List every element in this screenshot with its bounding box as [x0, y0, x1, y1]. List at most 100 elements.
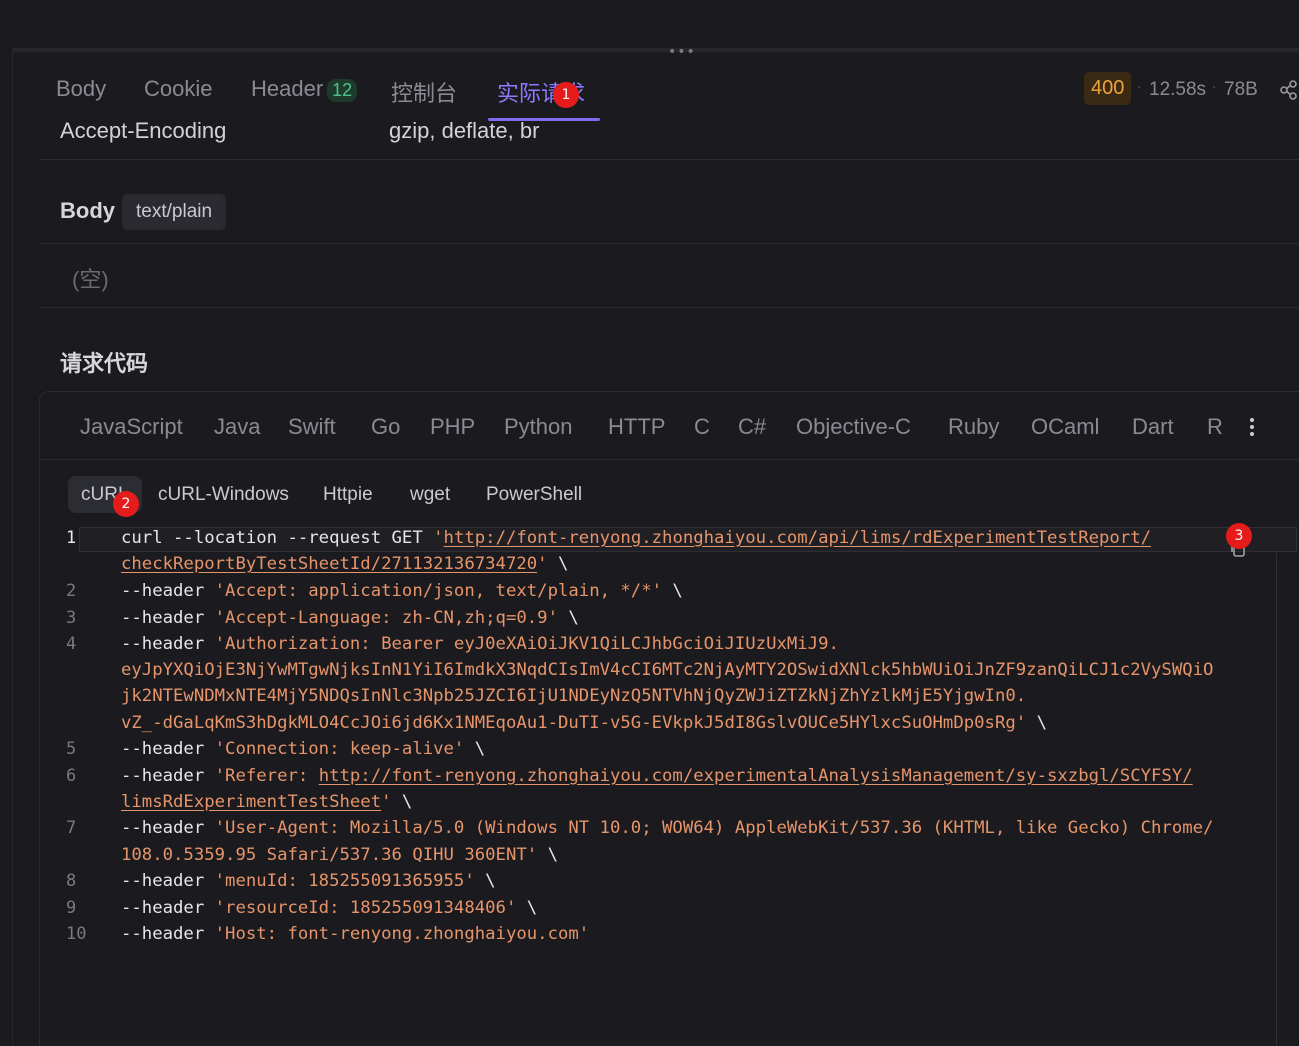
code-token: vZ_-dGaLqKmS3hDgkMLO4CcJOi6jd6Kx1NMEqoAu… [121, 713, 1027, 733]
language-tabs: JavaScript Java Swift Go PHP Python HTTP… [40, 392, 1299, 460]
code-line: vZ_-dGaLqKmS3hDgkMLO4CcJOi6jd6Kx1NMEqoAu… [40, 713, 1299, 740]
code-url[interactable]: checkReportByTestSheetId/271132136734720 [121, 554, 537, 574]
code-url[interactable]: http://font-renyong.zhonghaiyou.com/expe… [319, 766, 1193, 786]
code-line: 8 --header 'menuId: 185255091365955' \ [40, 871, 1299, 898]
variant-tab-httpie[interactable]: Httpie [323, 476, 373, 513]
lang-tab-objective-c[interactable]: Objective-C [796, 414, 911, 440]
status-separator: · [1212, 78, 1217, 94]
code-text: jk2NTEwNDMxNTE4MjY5NDQsInNlc3Npb25JZCI6I… [121, 686, 1026, 706]
header-value: gzip, deflate, br [389, 118, 540, 143]
code-text: --header 'Authorization: Bearer eyJ0eXAi… [121, 634, 839, 654]
more-vertical-icon[interactable] [1244, 416, 1260, 438]
divider [40, 243, 1299, 244]
code-text: eyJpYXQiOjE3NjYwMTgwNjksInN1YiI6ImdkX3Nq… [121, 660, 1213, 680]
code-token: \ [557, 608, 579, 628]
tab-header[interactable]: Header 12 [251, 76, 358, 102]
code-line: 6 --header 'Referer: http://font-renyong… [40, 766, 1299, 793]
share-icon[interactable] [1280, 80, 1299, 100]
code-text: --header 'Connection: keep-alive' \ [121, 739, 485, 759]
variant-tab-curl-windows[interactable]: cURL-Windows [158, 476, 289, 513]
line-number: 3 [66, 608, 77, 628]
code-token: --header [121, 581, 215, 601]
code-line: checkReportByTestSheetId/271132136734720… [40, 554, 1299, 581]
code-text: --header 'User-Agent: Mozilla/5.0 (Windo… [121, 818, 1213, 838]
code-token: --header [121, 818, 215, 838]
code-text: 108.0.5359.95 Safari/537.36 QIHU 360ENT'… [121, 845, 558, 865]
code-url[interactable]: http://font-renyong.zhonghaiyou.com/api/… [444, 528, 1152, 548]
code-line: eyJpYXQiOjE3NjYwMTgwNjksInN1YiI6ImdkX3Nq… [40, 660, 1299, 687]
code-token: 'Connection: keep-alive' [214, 739, 465, 759]
code-url[interactable]: limsRdExperimentTestSheet [121, 792, 381, 812]
code-token: \ [547, 554, 569, 574]
lang-tab-r[interactable]: R [1207, 414, 1223, 440]
line-number: 4 [66, 634, 77, 654]
response-size: 78B [1224, 79, 1258, 100]
body-empty-text: (空) [72, 267, 109, 292]
code-text: --header 'menuId: 185255091365955' \ [121, 871, 496, 891]
code-line: 7 --header 'User-Agent: Mozilla/5.0 (Win… [40, 818, 1299, 845]
app-root: ••• Body Cookie Header 12 控制台 实际请求 400 · … [0, 0, 1299, 1046]
code-line: 108.0.5359.95 Safari/537.36 QIHU 360ENT'… [40, 845, 1299, 872]
lang-tab-java[interactable]: Java [214, 414, 260, 440]
code-token: --header [121, 608, 215, 628]
divider [40, 307, 1299, 308]
tab-cookie[interactable]: Cookie [144, 76, 212, 102]
code-text: --header 'Referer: http://font-renyong.z… [121, 766, 1193, 786]
line-number: 9 [66, 898, 77, 918]
code-text: limsRdExperimentTestSheet' \ [121, 792, 412, 812]
code-line: limsRdExperimentTestSheet' \ [40, 792, 1299, 819]
lang-tab-ocaml[interactable]: OCaml [1031, 414, 1099, 440]
tab-console[interactable]: 控制台 [391, 76, 457, 108]
code-line: 1 curl --location --request GET 'http://… [40, 528, 1299, 555]
code-token: \ [464, 739, 486, 759]
lang-tab-c[interactable]: C [694, 414, 710, 440]
body-content-type-badge: text/plain [122, 194, 227, 230]
header-count-badge: 12 [327, 79, 358, 102]
code-line: jk2NTEwNDMxNTE4MjY5NDQsInNlc3Npb25JZCI6I… [40, 686, 1299, 713]
line-number: 1 [66, 528, 77, 548]
annotation-marker: 3 [1226, 523, 1252, 549]
tab-body[interactable]: Body [56, 76, 106, 102]
line-number: 10 [66, 924, 87, 944]
tab-header-label: Header [251, 76, 324, 101]
lang-tab-php[interactable]: PHP [430, 414, 475, 440]
code-line: 4 --header 'Authorization: Bearer eyJ0eX… [40, 634, 1299, 661]
line-number: 7 [66, 818, 77, 838]
lang-tab-http[interactable]: HTTP [608, 414, 665, 440]
code-token: \ [474, 871, 496, 891]
code-editor[interactable]: 1 curl --location --request GET 'http://… [40, 524, 1299, 1046]
status-separator: · [1137, 78, 1142, 94]
left-border [12, 52, 13, 1046]
code-token: curl --location --request GET [121, 528, 434, 548]
status-code-badge: 400 [1084, 72, 1132, 105]
code-token: 'Host: font-renyong.zhonghaiyou.com' [214, 924, 590, 944]
lang-tab-dart[interactable]: Dart [1132, 414, 1174, 440]
variant-tab-powershell[interactable]: PowerShell [486, 476, 582, 513]
code-token: 108.0.5359.95 Safari/537.36 QIHU 360ENT' [121, 845, 538, 865]
code-text: curl --location --request GET 'http://fo… [121, 528, 1151, 548]
code-token: 'Accept: application/json, text/plain, *… [214, 581, 663, 601]
lang-tab-python[interactable]: Python [504, 414, 573, 440]
code-token: ' [537, 554, 548, 574]
code-token: ' [381, 792, 392, 812]
drag-handle-icon[interactable]: ••• [668, 44, 696, 60]
code-text: --header 'Accept: application/json, text… [121, 581, 683, 601]
lang-tab-csharp[interactable]: C# [738, 414, 766, 440]
variant-tabs: cURL cURL-Windows Httpie wget PowerShell [40, 460, 1299, 520]
lang-tab-swift[interactable]: Swift [288, 414, 336, 440]
variant-tab-wget[interactable]: wget [410, 476, 450, 513]
header-key: Accept-Encoding [60, 118, 227, 143]
resize-handle[interactable] [12, 48, 1299, 52]
annotation-marker: 2 [113, 491, 139, 517]
code-token: 'Accept-Language: zh-CN,zh;q=0.9' [214, 608, 558, 628]
lang-tab-javascript[interactable]: JavaScript [80, 414, 183, 440]
code-token: 'Authorization: Bearer eyJ0eXAiOiJKV1QiL… [214, 634, 839, 654]
code-token: jk2NTEwNDMxNTE4MjY5NDQsInNlc3Npb25JZCI6I… [121, 686, 1027, 706]
response-time: 12.58s [1149, 79, 1207, 100]
lang-tab-go[interactable]: Go [371, 414, 400, 440]
code-token: 'User-Agent: Mozilla/5.0 (Windows NT 10.… [214, 818, 1214, 838]
line-number: 6 [66, 766, 77, 786]
annotation-marker: 1 [553, 82, 579, 108]
line-number: 8 [66, 871, 77, 891]
lang-tab-ruby[interactable]: Ruby [948, 414, 999, 440]
